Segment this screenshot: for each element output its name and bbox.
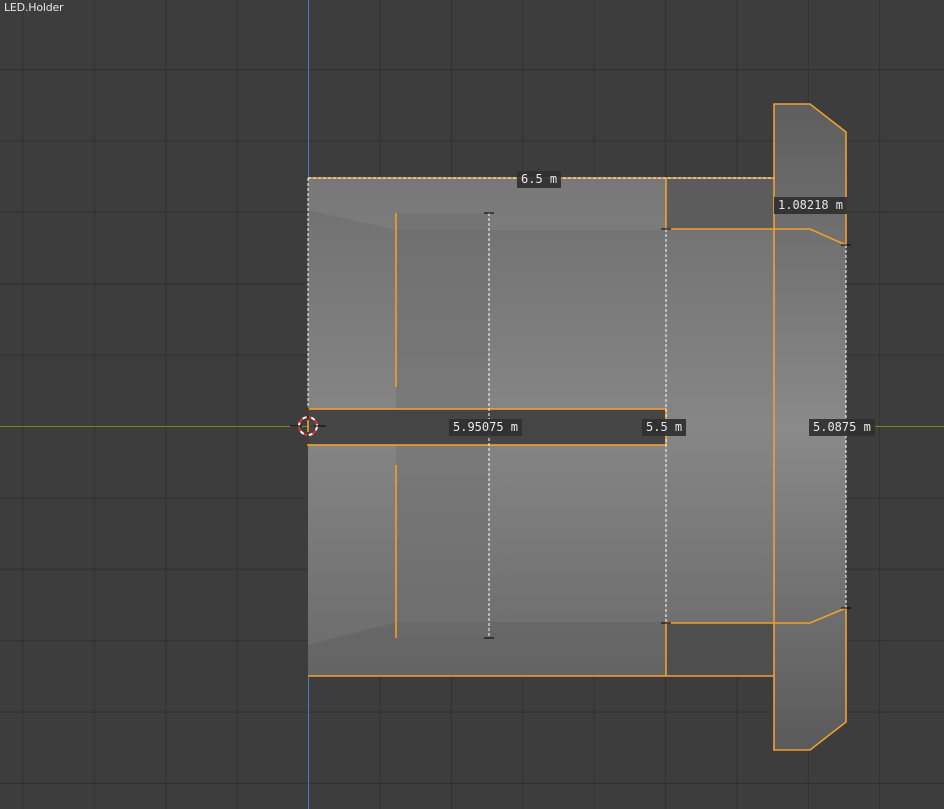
middle-bottom-band (666, 623, 774, 676)
measure-inner-length: 5.95075 m (449, 419, 523, 436)
middle-top-band (666, 178, 774, 229)
measure-middle-length: 5.5 m (642, 419, 687, 436)
3d-viewport[interactable]: LED.Holder 6.5 m 1.08218 m 5.95075 m 5.5… (0, 0, 944, 809)
measure-flange-height: 1.08218 m (774, 197, 848, 214)
measure-width-top: 6.5 m (517, 171, 562, 188)
mesh-object[interactable] (0, 0, 944, 809)
measure-outer-length: 5.0875 m (809, 419, 875, 436)
